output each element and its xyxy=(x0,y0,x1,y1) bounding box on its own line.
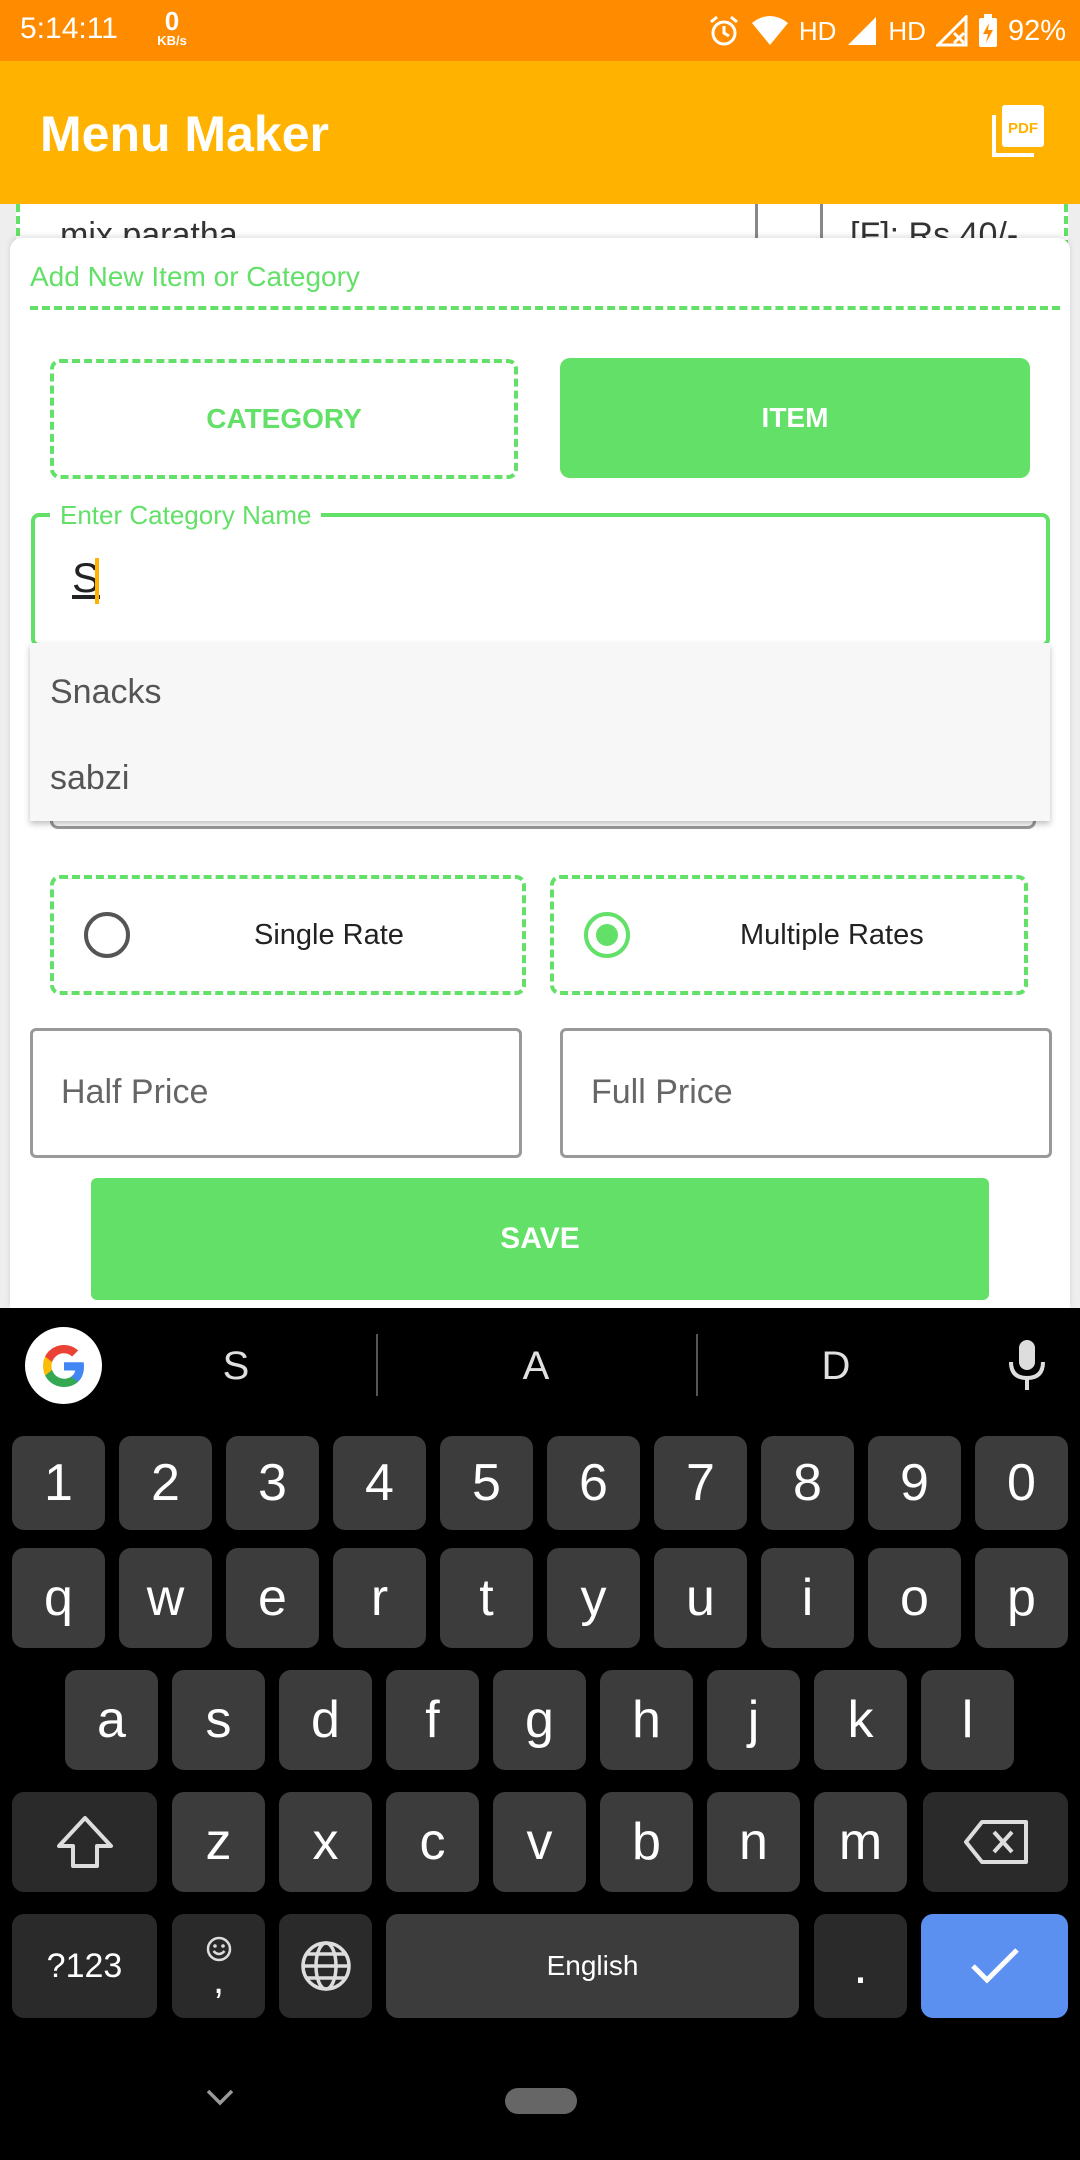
backspace-key[interactable] xyxy=(923,1792,1068,1892)
battery-charging-icon xyxy=(978,14,997,47)
key-0[interactable]: 0 xyxy=(975,1436,1068,1530)
key-d[interactable]: d xyxy=(279,1670,372,1770)
home-gesture-pill[interactable] xyxy=(505,2088,577,2114)
key-9[interactable]: 9 xyxy=(868,1436,961,1530)
language-key[interactable] xyxy=(279,1914,372,2018)
period-key[interactable]: . xyxy=(814,1914,907,2018)
key-5[interactable]: 5 xyxy=(440,1436,533,1530)
half-price-placeholder: Half Price xyxy=(61,1073,209,1111)
key-l[interactable]: l xyxy=(921,1670,1014,1770)
key-4[interactable]: 4 xyxy=(333,1436,426,1530)
single-rate-label: Single Rate xyxy=(254,919,404,951)
enter-key[interactable] xyxy=(921,1914,1068,2018)
key-q[interactable]: q xyxy=(12,1548,105,1648)
key-g[interactable]: g xyxy=(493,1670,586,1770)
key-a[interactable]: a xyxy=(65,1670,158,1770)
half-price-input[interactable]: Half Price xyxy=(30,1028,522,1158)
key-k[interactable]: k xyxy=(814,1670,907,1770)
space-bar[interactable]: English xyxy=(386,1914,799,2018)
alarm-icon xyxy=(709,15,738,46)
key-n[interactable]: n xyxy=(707,1792,800,1892)
key-j[interactable]: j xyxy=(707,1670,800,1770)
key-p[interactable]: p xyxy=(975,1548,1068,1648)
status-bar: 5:14:11 0 KB/s HD HD 92% xyxy=(0,0,1080,61)
key-h[interactable]: h xyxy=(600,1670,693,1770)
key-u[interactable]: u xyxy=(654,1548,747,1648)
key-2[interactable]: 2 xyxy=(119,1436,212,1530)
key-3[interactable]: 3 xyxy=(226,1436,319,1530)
checkmark-icon xyxy=(970,1948,1019,1984)
key-w[interactable]: w xyxy=(119,1548,212,1648)
wifi-icon xyxy=(751,16,788,45)
keyboard-suggestion[interactable]: S xyxy=(86,1344,386,1389)
network-speed-unit: KB/s xyxy=(157,33,187,48)
key-m[interactable]: m xyxy=(814,1792,907,1892)
radio-checked-icon[interactable] xyxy=(584,912,630,958)
item-toggle-button[interactable]: ITEM xyxy=(560,358,1030,478)
key-7[interactable]: 7 xyxy=(654,1436,747,1530)
suggestion-sabzi[interactable]: sabzi xyxy=(50,759,129,798)
globe-icon xyxy=(300,1941,351,1991)
network-label-1: HD xyxy=(798,15,837,46)
key-c[interactable]: c xyxy=(386,1792,479,1892)
keyboard-suggestion[interactable]: A xyxy=(386,1344,686,1389)
network-speed: 0 KB/s xyxy=(147,8,197,47)
multiple-rates-option[interactable]: Multiple Rates xyxy=(550,875,1028,995)
text-cursor xyxy=(95,558,99,604)
key-8[interactable]: 8 xyxy=(761,1436,854,1530)
autocomplete-dropdown: Snacks sabzi xyxy=(30,643,1050,821)
status-time: 5:14:11 xyxy=(20,12,118,45)
suggestion-snacks[interactable]: Snacks xyxy=(50,673,162,712)
multiple-rates-label: Multiple Rates xyxy=(740,919,924,951)
key-i[interactable]: i xyxy=(761,1548,854,1648)
signal-icon xyxy=(848,17,877,45)
backspace-icon xyxy=(963,1820,1028,1864)
battery-percent: 92% xyxy=(1007,14,1066,47)
app-title: Menu Maker xyxy=(40,106,329,162)
category-name-label: Enter Category Name xyxy=(50,500,322,531)
key-x[interactable]: x xyxy=(279,1792,372,1892)
radio-unchecked-icon[interactable] xyxy=(84,912,130,958)
status-icons: HD HD 92% xyxy=(707,12,1066,50)
network-label-2: HD xyxy=(888,15,926,46)
title-divider xyxy=(30,306,1060,310)
keyboard-suggestion[interactable]: D xyxy=(686,1344,986,1389)
shift-key[interactable] xyxy=(12,1792,157,1892)
comma-label: , xyxy=(212,1958,225,2002)
key-y[interactable]: y xyxy=(547,1548,640,1648)
keyboard-suggestion-bar: S A D xyxy=(0,1308,1080,1422)
key-1[interactable]: 1 xyxy=(12,1436,105,1530)
key-s[interactable]: s xyxy=(172,1670,265,1770)
signal-no-data-icon xyxy=(935,15,968,47)
key-f[interactable]: f xyxy=(386,1670,479,1770)
soft-keyboard: S A D 1 2 3 4 5 6 7 8 9 0 q w e r t y u … xyxy=(0,1308,1080,2160)
key-r[interactable]: r xyxy=(333,1548,426,1648)
suggestion-divider xyxy=(376,1334,378,1396)
network-speed-value: 0 xyxy=(164,6,180,36)
key-v[interactable]: v xyxy=(493,1792,586,1892)
key-b[interactable]: b xyxy=(600,1792,693,1892)
full-price-input[interactable]: Full Price xyxy=(560,1028,1052,1158)
keyboard-hide-chevron-icon[interactable] xyxy=(204,2087,236,2112)
microphone-icon[interactable] xyxy=(1003,1338,1051,1399)
key-z[interactable]: z xyxy=(172,1792,265,1892)
symbols-key[interactable]: ?123 xyxy=(12,1914,157,2018)
pdf-export-icon[interactable]: PDF xyxy=(990,103,1046,164)
single-rate-option[interactable]: Single Rate xyxy=(50,875,526,995)
category-toggle-button[interactable]: CATEGORY xyxy=(50,359,518,479)
shift-icon xyxy=(56,1816,113,1868)
key-e[interactable]: e xyxy=(226,1548,319,1648)
pdf-icon-text: PDF xyxy=(1008,120,1038,137)
key-o[interactable]: o xyxy=(868,1548,961,1648)
emoji-comma-key[interactable]: , xyxy=(172,1914,265,2018)
full-price-placeholder: Full Price xyxy=(591,1073,733,1111)
app-bar: Menu Maker xyxy=(0,61,1080,204)
category-name-input[interactable] xyxy=(31,513,1050,647)
key-6[interactable]: 6 xyxy=(547,1436,640,1530)
dialog-title: Add New Item or Category xyxy=(30,261,360,292)
save-button[interactable]: SAVE xyxy=(91,1178,989,1300)
key-t[interactable]: t xyxy=(440,1548,533,1648)
